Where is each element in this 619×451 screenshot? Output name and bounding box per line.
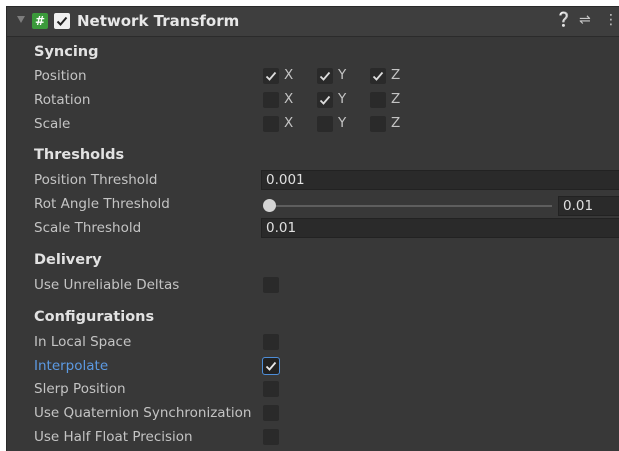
component-header[interactable]: # Network Transform ❔ ⇌ ⋮ (7, 7, 619, 37)
scale-x-checkbox[interactable] (263, 116, 279, 132)
in-local-space-checkbox[interactable] (263, 334, 279, 350)
use-unreliable-deltas-label: Use Unreliable Deltas (34, 277, 180, 293)
foldout-arrow-icon[interactable] (17, 16, 25, 23)
in-local-space-label: In Local Space (34, 334, 132, 350)
help-icon[interactable]: ❔ (555, 12, 572, 28)
interpolate-label: Interpolate (34, 358, 109, 374)
interpolate-checkbox[interactable] (262, 357, 280, 375)
slerp-position-checkbox[interactable] (263, 381, 279, 397)
axis-z-label: Z (391, 115, 401, 131)
section-thresholds-title: Thresholds (34, 147, 125, 163)
use-half-float-label: Use Half Float Precision (34, 429, 193, 445)
scale-threshold-input[interactable]: 0.01 (261, 218, 619, 238)
scale-label: Scale (34, 116, 71, 132)
preset-icon[interactable]: ⇌ (579, 12, 591, 28)
position-x-checkbox[interactable] (263, 68, 279, 84)
scale-z-checkbox[interactable] (370, 116, 386, 132)
position-y-checkbox[interactable] (317, 68, 333, 84)
position-threshold-label: Position Threshold (34, 172, 158, 188)
section-delivery-title: Delivery (34, 252, 102, 268)
axis-x-label: X (284, 67, 294, 83)
use-unreliable-deltas-checkbox[interactable] (263, 277, 279, 293)
use-half-float-checkbox[interactable] (263, 429, 279, 445)
kebab-menu-icon[interactable]: ⋮ (604, 12, 618, 28)
component-enabled-checkbox[interactable] (54, 13, 70, 29)
position-threshold-input[interactable]: 0.001 (261, 170, 619, 190)
rotation-label: Rotation (34, 92, 91, 108)
inspector-component: # Network Transform ❔ ⇌ ⋮ Syncing Positi… (6, 6, 619, 451)
position-label: Position (34, 68, 87, 84)
axis-z-label: Z (391, 91, 401, 107)
script-icon: # (32, 13, 48, 29)
section-syncing-title: Syncing (34, 44, 99, 60)
axis-y-label: Y (338, 67, 347, 83)
axis-y-label: Y (338, 91, 347, 107)
axis-y-label: Y (338, 115, 347, 131)
rotation-z-checkbox[interactable] (370, 92, 386, 108)
scale-y-checkbox[interactable] (317, 116, 333, 132)
component-title: Network Transform (77, 12, 240, 30)
section-configurations-title: Configurations (34, 309, 155, 325)
rot-angle-threshold-label: Rot Angle Threshold (34, 196, 170, 212)
position-z-checkbox[interactable] (370, 68, 386, 84)
use-quaternion-sync-checkbox[interactable] (263, 405, 279, 421)
axis-z-label: Z (391, 67, 401, 83)
axis-x-label: X (284, 91, 294, 107)
rotation-y-checkbox[interactable] (317, 92, 333, 108)
rot-angle-slider-knob[interactable] (263, 199, 276, 212)
scale-threshold-label: Scale Threshold (34, 220, 142, 236)
slerp-position-label: Slerp Position (34, 381, 126, 397)
rot-angle-slider-track[interactable] (269, 205, 552, 207)
axis-x-label: X (284, 115, 294, 131)
rot-angle-threshold-input[interactable]: 0.01 (558, 196, 619, 216)
rotation-x-checkbox[interactable] (263, 92, 279, 108)
use-quaternion-sync-label: Use Quaternion Synchronization (34, 405, 252, 421)
